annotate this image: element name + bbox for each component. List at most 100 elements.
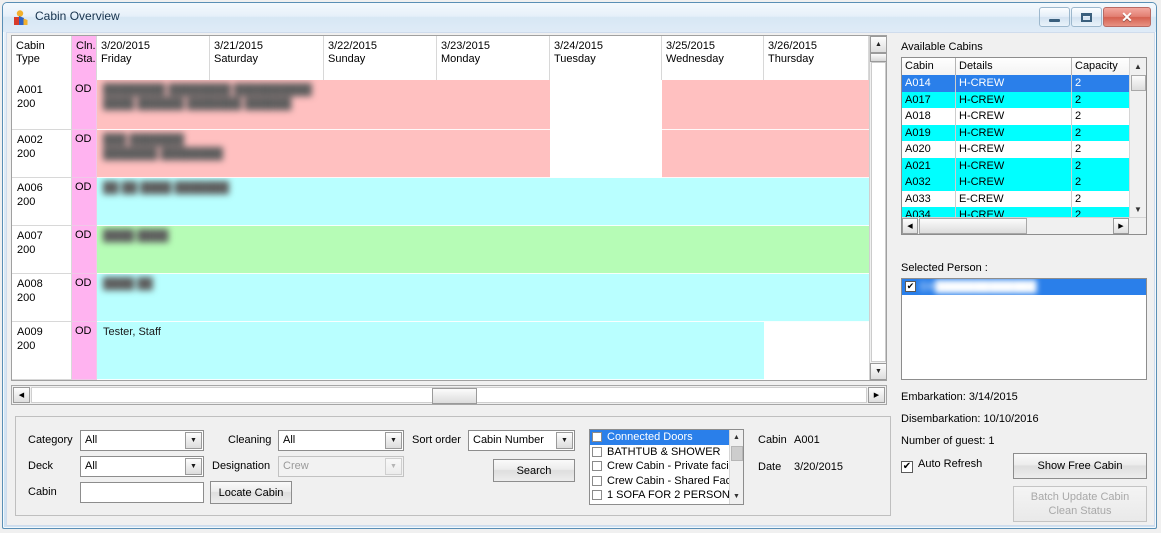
table-row[interactable]: A009 200 OD Tester, Staff — [12, 322, 869, 380]
show-free-cabin-button[interactable]: Show Free Cabin — [1013, 453, 1147, 479]
table-row[interactable]: A002 200 OD ███ ███████ ███████ ████████ — [12, 130, 869, 178]
grid-hscroll-track[interactable] — [31, 387, 867, 404]
grid-column-header[interactable]: 3/22/2015 Sunday — [324, 36, 437, 80]
clean-status-cell[interactable]: OD — [72, 178, 97, 226]
grid-vscroll-track[interactable] — [871, 62, 886, 362]
grid-scroll-up-button[interactable]: ▲ — [870, 36, 886, 53]
table-row[interactable]: A008 200 OD ████ ██ — [12, 274, 869, 322]
booking-block[interactable]: Tester, Staff — [97, 322, 764, 380]
feature-checkbox[interactable] — [592, 446, 602, 457]
cabins-column-header[interactable]: Cabin — [902, 58, 956, 75]
table-row[interactable]: A007 200 OD ████ ████ — [12, 226, 869, 274]
grid-column-header[interactable]: 3/24/2015 Tuesday — [550, 36, 662, 80]
minimize-button[interactable] — [1039, 7, 1070, 27]
grid-scroll-right-button[interactable]: ▶ — [868, 387, 885, 403]
booking-block[interactable]: ████ ████ — [97, 226, 662, 274]
grid-column-header[interactable]: 3/26/2015 Thursday — [764, 36, 869, 80]
cabins-scroll-down-icon[interactable]: ▼ — [1130, 201, 1146, 217]
feature-list-item[interactable]: 1 SOFA FOR 2 PERSONS — [590, 488, 743, 503]
booking-block[interactable]: ████████ ████████ ██████████ ████ ██████… — [97, 80, 550, 130]
available-cabins-listview[interactable]: Cabin Details Capacity A014 H-CREW 2 A017 H-CR… — [901, 57, 1147, 235]
features-scroll-up-icon[interactable]: ▲ — [730, 431, 743, 444]
feature-checkbox[interactable] — [592, 490, 602, 500]
selected-person-list[interactable]: ✔ DX█████████████ — [901, 278, 1147, 380]
cabin-list-row[interactable]: A017 H-CREW 2 — [902, 91, 1131, 108]
grid-scroll-down-button[interactable]: ▼ — [870, 363, 886, 380]
deck-select[interactable]: All ▼ — [80, 456, 204, 477]
chevron-down-icon[interactable]: ▼ — [385, 432, 402, 449]
grid-column-header[interactable]: 3/20/2015 Friday — [97, 36, 210, 80]
auto-refresh-checkbox[interactable]: ✔ Auto Refresh — [901, 458, 982, 473]
clean-status-cell[interactable]: OD — [72, 274, 97, 322]
grid-horizontal-scrollbar[interactable]: ◀ ▶ — [11, 385, 887, 405]
cabin-features-list[interactable]: Connected Doors BATHTUB & SHOWER Crew Cabi… — [589, 429, 744, 505]
feature-list-item[interactable]: BATHTUB & SHOWER — [590, 445, 743, 460]
cabins-column-header[interactable]: Details — [956, 58, 1072, 75]
chevron-down-icon[interactable]: ▼ — [185, 432, 202, 449]
grid-column-header[interactable]: 3/23/2015 Monday — [437, 36, 550, 80]
booking-block[interactable] — [662, 178, 869, 226]
locate-cabin-button[interactable]: Locate Cabin — [210, 481, 292, 504]
table-row[interactable]: A006 200 OD ██ ██ ████ ███████ — [12, 178, 869, 226]
clean-status-cell[interactable]: OD — [72, 322, 97, 380]
feature-checkbox[interactable] — [592, 461, 602, 471]
cabin-type-cell[interactable]: A002 200 — [12, 130, 72, 178]
cabin-type-cell[interactable]: A008 200 — [12, 274, 72, 322]
booking-block[interactable] — [662, 130, 869, 178]
clean-status-cell[interactable]: OD — [72, 80, 97, 130]
maximize-button[interactable] — [1071, 7, 1102, 27]
cabin-list-row[interactable]: A018 H-CREW 2 — [902, 108, 1131, 125]
chevron-down-icon[interactable]: ▼ — [556, 432, 573, 449]
cabin-schedule-grid[interactable]: Cabin Type Cln. Sta. 3/20/2015 Friday 3/21/201… — [11, 35, 887, 381]
sort-order-select[interactable]: Cabin Number ▼ — [468, 430, 575, 451]
features-scrollbar[interactable]: ▲ ▼ — [729, 430, 743, 504]
cabins-scroll-right-icon[interactable]: ▶ — [1113, 218, 1129, 234]
cabin-list-row[interactable]: A019 H-CREW 2 — [902, 124, 1131, 141]
cabins-hscroll-thumb[interactable] — [919, 218, 1027, 234]
grid-vertical-scrollbar[interactable]: ▲ ▼ — [869, 36, 886, 380]
cabins-scroll-left-icon[interactable]: ◀ — [902, 218, 918, 234]
search-button[interactable]: Search — [493, 459, 575, 482]
cabins-vertical-scrollbar[interactable]: ▲ ▼ — [1129, 58, 1146, 217]
feature-list-item[interactable]: Crew Cabin - Shared Facilities — [590, 474, 743, 489]
features-scroll-thumb[interactable] — [731, 446, 743, 461]
cabin-list-row[interactable]: A033 E-CREW 2 — [902, 190, 1131, 207]
chevron-down-icon[interactable]: ▼ — [185, 458, 202, 475]
selected-person-row[interactable]: ✔ DX█████████████ — [902, 279, 1146, 295]
booking-block[interactable]: ████ ██ — [97, 274, 662, 322]
booking-block[interactable] — [662, 274, 869, 322]
cabin-list-row[interactable]: A020 H-CREW 2 — [902, 141, 1131, 158]
booking-block[interactable]: ██ ██ ████ ███████ — [97, 178, 662, 226]
grid-hscroll-thumb[interactable] — [432, 388, 477, 404]
booking-block[interactable] — [662, 226, 869, 274]
cabin-type-cell[interactable]: A007 200 — [12, 226, 72, 274]
close-button[interactable]: ✕ — [1103, 7, 1151, 27]
cabin-list-row[interactable]: A021 H-CREW 2 — [902, 157, 1131, 174]
clean-status-cell[interactable]: OD — [72, 226, 97, 274]
cleaning-select[interactable]: All ▼ — [278, 430, 404, 451]
category-select[interactable]: All ▼ — [80, 430, 204, 451]
grid-scroll-left-button[interactable]: ◀ — [13, 387, 30, 403]
grid-column-header[interactable]: 3/21/2015 Saturday — [210, 36, 324, 80]
grid-column-header[interactable]: Cln. Sta. — [72, 36, 97, 80]
feature-list-item[interactable]: Connected Doors — [590, 430, 743, 445]
table-row[interactable]: A001 200 OD ████████ ████████ ██████████ ██… — [12, 80, 869, 130]
person-checkbox[interactable]: ✔ — [905, 281, 916, 292]
cabins-scroll-up-icon[interactable]: ▲ — [1130, 58, 1146, 74]
features-scroll-down-icon[interactable]: ▼ — [730, 490, 743, 503]
clean-status-cell[interactable]: OD — [72, 130, 97, 178]
booking-block[interactable]: ███ ███████ ███████ ████████ — [97, 130, 550, 178]
cabin-list-row[interactable]: A014 H-CREW 2 — [902, 75, 1131, 92]
cabins-horizontal-scrollbar[interactable]: ◀ ▶ — [902, 217, 1146, 234]
grid-vscroll-thumb[interactable] — [870, 53, 886, 62]
feature-list-item[interactable]: Crew Cabin - Private facilities — [590, 459, 743, 474]
cabin-type-cell[interactable]: A009 200 — [12, 322, 72, 380]
cabin-type-cell[interactable]: A006 200 — [12, 178, 72, 226]
cabins-column-header[interactable]: Capacity — [1072, 58, 1131, 75]
feature-checkbox[interactable] — [592, 475, 602, 486]
grid-column-header[interactable]: 3/25/2015 Wednesday — [662, 36, 764, 80]
cabins-vscroll-thumb[interactable] — [1131, 75, 1146, 91]
cabin-type-cell[interactable]: A001 200 — [12, 80, 72, 130]
cabin-input[interactable] — [80, 482, 204, 503]
cabin-list-row[interactable]: A032 H-CREW 2 — [902, 174, 1131, 191]
